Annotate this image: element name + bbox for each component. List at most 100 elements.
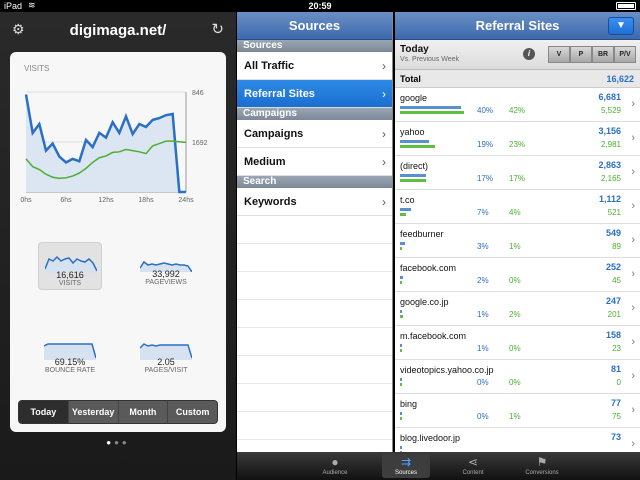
metric-button-br[interactable]: BR (592, 46, 614, 63)
previous-value: 2,165 (600, 174, 621, 183)
referral-row[interactable]: facebook.com 2% 0% 252 45 › (395, 258, 640, 292)
previous-bar (400, 349, 402, 352)
empty-row (237, 272, 392, 300)
source-item-referral-sites[interactable]: Referral Sites › (237, 80, 392, 108)
referral-row[interactable]: m.facebook.com 1% 0% 158 23 › (395, 326, 640, 360)
source-item-label: Campaigns (244, 128, 304, 140)
previous-percent: 4% (509, 208, 521, 217)
chevron-right-icon: › (631, 438, 635, 450)
previous-value: 5,529 (600, 106, 621, 115)
referral-row[interactable]: feedburner 3% 1% 549 89 › (395, 224, 640, 258)
referral-row[interactable]: (direct) 17% 17% 2,863 2,165 › (395, 156, 640, 190)
previous-percent: 1% (509, 412, 521, 421)
metric-button-pv[interactable]: P/V (614, 46, 636, 63)
referral-name: yahoo (400, 127, 425, 137)
current-percent: 19% (477, 140, 494, 149)
source-item-campaigns[interactable]: Campaigns › (237, 120, 392, 148)
source-item-keywords[interactable]: Keywords › (237, 188, 392, 216)
current-percent: 2% (477, 276, 489, 285)
chevron-right-icon: › (631, 166, 635, 178)
referral-name: (direct) (400, 161, 429, 171)
filter-button[interactable]: ▼ (608, 17, 634, 35)
period-custom[interactable]: Custom (168, 401, 217, 423)
chevron-right-icon: › (631, 200, 635, 212)
empty-row (237, 328, 392, 356)
previous-value: 2,981 (600, 140, 621, 149)
current-value: 247 (605, 296, 621, 306)
previous-bar (400, 247, 402, 250)
metric-label: PAGES/VISIT (144, 367, 188, 374)
sources-navbar: Sources (237, 12, 392, 40)
previous-bar (400, 383, 402, 386)
current-bar (400, 344, 402, 347)
previous-percent: 1% (509, 242, 521, 251)
current-bar (400, 276, 404, 279)
current-bar (400, 174, 426, 177)
previous-value: 89 (612, 242, 621, 251)
metric-bounce-rate[interactable]: 69.15% BOUNCE RATE (38, 330, 102, 378)
current-percent: 7% (477, 208, 489, 217)
period-yesterday[interactable]: Yesterday (69, 401, 119, 423)
referral-title: Referral Sites (475, 18, 560, 33)
total-value: 16,622 (606, 74, 634, 84)
current-percent: 1% (477, 344, 489, 353)
referral-row[interactable]: t.co 7% 4% 1,112 521 › (395, 190, 640, 224)
empty-row (237, 300, 392, 328)
referral-row[interactable]: google 40% 42% 6,681 5,529 › (395, 88, 640, 122)
current-value: 2,863 (598, 160, 621, 170)
empty-row (237, 356, 392, 384)
referral-name: bing (400, 399, 418, 409)
empty-row (237, 216, 392, 244)
referral-row[interactable]: yahoo 19% 23% 3,156 2,981 › (395, 122, 640, 156)
tab-label: Audience (322, 470, 348, 476)
chevron-right-icon: › (631, 404, 635, 416)
source-item-medium[interactable]: Medium › (237, 148, 392, 176)
tab-audience[interactable]: ● Audience (311, 454, 359, 478)
current-value: 6,681 (598, 92, 621, 102)
metric-value: 69.15% (54, 357, 86, 367)
referral-row[interactable]: videotopics.yahoo.co.jp 0% 0% 81 0 › (395, 360, 640, 394)
previous-bar (400, 179, 426, 182)
section-header: Campaigns (237, 108, 392, 120)
filter-icon: ▼ (616, 20, 626, 31)
referral-navbar: Referral Sites ▼ (395, 12, 640, 40)
previous-percent: 0% (509, 344, 521, 353)
refresh-icon[interactable]: ↻ (211, 20, 224, 38)
source-item-all-traffic[interactable]: All Traffic › (237, 52, 392, 80)
chevron-right-icon: › (382, 59, 386, 73)
tab-conversions[interactable]: ⚑ Conversions (518, 454, 566, 478)
metric-visits[interactable]: 16,616 VISITS (38, 242, 102, 290)
tab-sources[interactable]: ⇉ Sources (382, 454, 430, 478)
previous-percent: 17% (509, 174, 526, 183)
metric-button-v[interactable]: V (548, 46, 570, 63)
section-header: Search (237, 176, 392, 188)
share-icon: ⋖ (467, 455, 479, 469)
current-bar (400, 242, 405, 245)
tab-content[interactable]: ⋖ Content (449, 454, 497, 478)
previous-percent: 23% (509, 140, 526, 149)
chevron-right-icon: › (631, 98, 635, 110)
referral-row[interactable]: bing 0% 1% 77 75 › (395, 394, 640, 428)
page-indicator[interactable]: ●●● (0, 438, 236, 447)
empty-row (237, 384, 392, 412)
visits-card: VISITS 1692 846 0hs 6hs 12hs 18hs 24hs 16,616 V… (10, 52, 226, 432)
period-today[interactable]: Today (19, 401, 69, 423)
referral-row[interactable]: google.co.jp 1% 2% 247 201 › (395, 292, 640, 326)
metric-pageviews[interactable]: 33,992 PAGEVIEWS (134, 242, 198, 290)
info-icon[interactable]: i (523, 48, 535, 60)
x-tick-label: 18hs (138, 197, 154, 204)
current-bar (400, 310, 402, 313)
current-percent: 1% (477, 310, 489, 319)
current-bar (400, 378, 402, 381)
previous-percent: 0% (509, 378, 521, 387)
previous-value: 45 (612, 276, 621, 285)
clock: 20:59 (308, 1, 332, 11)
metric-button-p[interactable]: P (570, 46, 592, 63)
x-tick-label: 24hs (178, 197, 194, 204)
metric-buttons: V P BR P/V (548, 46, 636, 63)
period-month[interactable]: Month (119, 401, 169, 423)
empty-row (237, 244, 392, 272)
tab-label: Content (462, 470, 484, 476)
metric-pages-visit[interactable]: 2.05 PAGES/VISIT (134, 330, 198, 378)
chevron-right-icon: › (382, 155, 386, 169)
